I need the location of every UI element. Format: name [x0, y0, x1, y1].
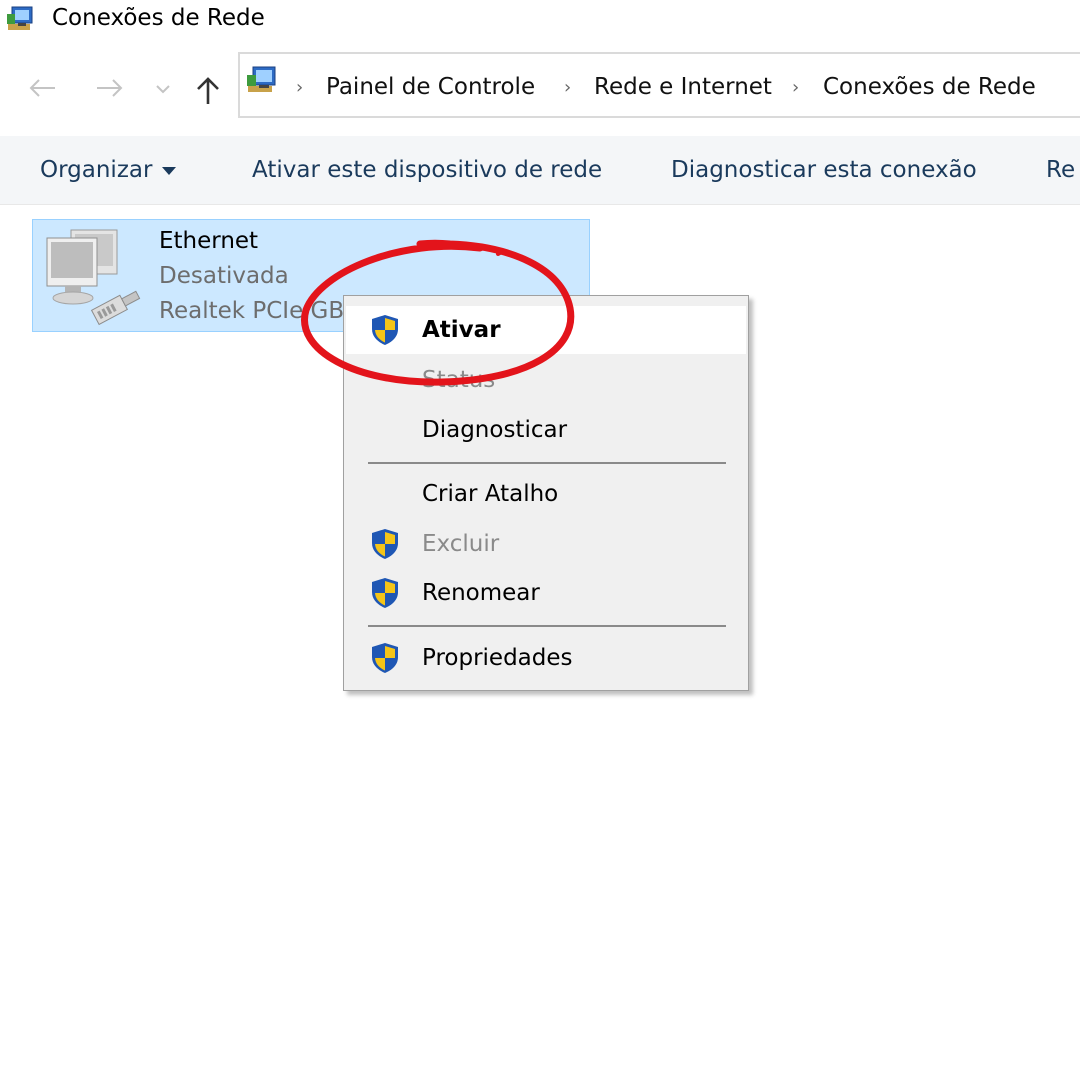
menu-label-rename: Renomear	[422, 580, 540, 606]
rename-connection-button[interactable]: Re	[1046, 154, 1075, 186]
recent-locations-button[interactable]	[148, 74, 178, 104]
arrow-up-icon	[197, 77, 219, 104]
connection-status: Desativada	[159, 263, 289, 289]
menu-label-diagnose: Diagnosticar	[422, 417, 568, 443]
menu-item-diagnose[interactable]: Diagnosticar	[346, 406, 746, 454]
menu-separator	[368, 625, 726, 627]
arrow-right-icon	[97, 79, 123, 97]
organize-label: Organizar	[40, 157, 153, 183]
menu-label-delete: Excluir	[422, 531, 500, 557]
menu-item-delete[interactable]: Excluir	[346, 520, 746, 568]
menu-label-create-shortcut: Criar Atalho	[422, 481, 559, 507]
network-connections-icon	[247, 66, 276, 92]
menu-label-properties: Propriedades	[422, 645, 573, 671]
organize-button[interactable]: Organizar	[40, 154, 177, 186]
menu-item-properties[interactable]: Propriedades	[346, 634, 746, 682]
arrow-left-icon	[29, 79, 55, 97]
breadcrumb-control-panel[interactable]: Painel de Controle	[326, 71, 535, 103]
up-button[interactable]	[186, 70, 230, 110]
breadcrumb-separator-icon: ›	[296, 77, 304, 98]
menu-item-status[interactable]: Status	[346, 356, 746, 404]
window-title: Conexões de Rede	[52, 5, 265, 31]
address-bar[interactable]: › Painel de Controle › Rede e Internet ›…	[238, 52, 1080, 118]
connection-name: Ethernet	[159, 228, 259, 254]
menu-item-enable[interactable]: Ativar	[346, 306, 746, 354]
network-connections-icon	[7, 6, 33, 30]
menu-item-rename[interactable]: Renomear	[346, 569, 746, 617]
uac-shield-icon	[372, 643, 398, 673]
uac-shield-icon	[372, 529, 398, 559]
diagnose-connection-button[interactable]: Diagnosticar esta conexão	[671, 154, 977, 186]
uac-shield-icon	[372, 315, 398, 345]
menu-label-status: Status	[422, 367, 496, 393]
breadcrumb-network-internet[interactable]: Rede e Internet	[594, 71, 772, 103]
ethernet-adapter-icon	[46, 229, 141, 326]
title-bar: Conexões de Rede	[0, 0, 1080, 40]
caret-down-icon	[162, 166, 177, 175]
context-menu: Ativar Status Diagnosticar Criar Atalho …	[343, 295, 749, 691]
command-bar: Organizar Ativar este dispositivo de red…	[0, 136, 1080, 205]
breadcrumb-separator-icon: ›	[792, 77, 800, 98]
explorer-window: Conexões de Rede › Painel de Controle › …	[0, 0, 1080, 1080]
menu-label-enable: Ativar	[422, 317, 501, 343]
uac-shield-icon	[372, 578, 398, 608]
back-button[interactable]	[20, 70, 64, 106]
forward-button[interactable]	[88, 70, 132, 106]
enable-device-button[interactable]: Ativar este dispositivo de rede	[252, 154, 602, 186]
breadcrumb-separator-icon: ›	[564, 77, 572, 98]
connection-adapter: Realtek PCIe GB	[159, 298, 345, 324]
menu-separator	[368, 462, 726, 464]
breadcrumb-network-connections[interactable]: Conexões de Rede	[823, 71, 1036, 103]
menu-item-create-shortcut[interactable]: Criar Atalho	[346, 470, 746, 518]
chevron-down-icon	[156, 85, 170, 94]
